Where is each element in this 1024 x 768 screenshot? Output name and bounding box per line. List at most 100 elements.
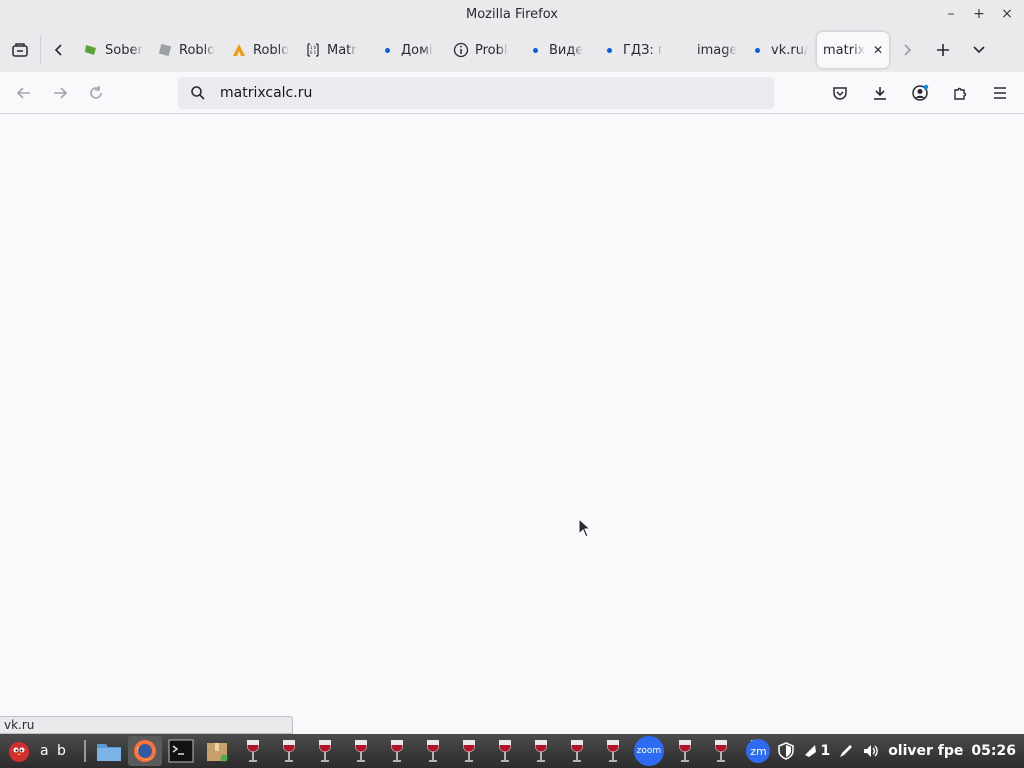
wine-glass-icon <box>282 740 295 762</box>
tabs-scroll-right-button[interactable] <box>889 32 925 68</box>
taskbar-wine-app[interactable] <box>380 736 414 766</box>
dot-icon <box>379 42 395 58</box>
shield-icon[interactable] <box>778 742 795 760</box>
wine-glass-icon <box>246 740 259 762</box>
tab-images[interactable]: images ( <box>669 32 743 68</box>
tab-roblox-1[interactable]: Roblo <box>151 32 225 68</box>
clock[interactable]: 05:26 <box>971 743 1016 759</box>
blank-favicon <box>675 42 691 58</box>
chevron-right-icon <box>904 44 912 56</box>
roblox-icon <box>157 42 173 58</box>
notification-icon <box>805 745 817 757</box>
taskbar-wine-app[interactable] <box>344 736 378 766</box>
back-button[interactable] <box>6 77 42 109</box>
tab-gdz[interactable]: ГДЗ: г <box>595 32 669 68</box>
tab-matrixcalc-active[interactable]: matrix ✕ <box>817 32 889 68</box>
notification-count: 1 <box>820 743 831 759</box>
minimize-button[interactable]: – <box>942 4 960 24</box>
taskbar-firefox[interactable] <box>127 736 162 766</box>
zm-tray-icon[interactable]: zm <box>746 739 771 763</box>
wine-glass-icon <box>318 740 331 762</box>
taskbar-wine-app[interactable] <box>668 736 702 766</box>
tab-label: vk.ru/ <box>771 42 809 58</box>
wine-glass-icon <box>390 740 403 762</box>
taskbar-files[interactable] <box>92 736 126 766</box>
reload-button[interactable] <box>78 77 114 109</box>
taskbar-wine-app[interactable] <box>524 736 558 766</box>
wine-glass-icon <box>462 740 475 762</box>
taskbar-wine-app[interactable] <box>452 736 486 766</box>
firefox-view-button[interactable] <box>0 32 40 68</box>
tab-problem[interactable]: Probl <box>447 32 521 68</box>
pocket-icon <box>833 87 847 100</box>
info-icon <box>453 42 469 58</box>
taskbar-wine-app[interactable] <box>272 736 306 766</box>
taskbar-wine-app[interactable] <box>488 736 522 766</box>
app-menu-button[interactable] <box>982 77 1018 109</box>
wine-glass-icon <box>354 740 367 762</box>
pen-icon[interactable] <box>838 743 854 759</box>
taskbar-zoom[interactable]: zoom <box>632 736 666 766</box>
tab-label: images ( <box>697 42 737 58</box>
tab-video[interactable]: Виде <box>521 32 595 68</box>
taskbar-terminal[interactable] <box>164 736 198 766</box>
taskbar-wine-app[interactable] <box>596 736 630 766</box>
taskbar-wine-app[interactable] <box>236 736 270 766</box>
close-window-button[interactable]: × <box>998 4 1016 24</box>
page-content[interactable] <box>0 114 1024 734</box>
address-bar[interactable]: matrixcalc.ru <box>178 77 774 109</box>
folder-icon <box>96 744 121 761</box>
forward-button[interactable] <box>42 77 78 109</box>
taskbar-wine-app[interactable] <box>704 736 738 766</box>
reload-icon <box>90 85 102 99</box>
extensions-button[interactable] <box>942 77 978 109</box>
taskbar-wine-app[interactable] <box>560 736 594 766</box>
wine-glass-icon <box>606 740 619 762</box>
workspace-switcher[interactable]: a b <box>40 743 68 759</box>
taskbar-wine-app[interactable] <box>416 736 450 766</box>
hamburger-menu-icon <box>994 87 1006 99</box>
notifications-tray[interactable]: 1 <box>802 743 830 759</box>
account-button[interactable] <box>902 77 938 109</box>
link-status-text: vk.ru <box>0 716 293 734</box>
puzzle-icon <box>954 87 967 100</box>
chevron-left-icon <box>54 44 62 56</box>
url-text[interactable]: matrixcalc.ru <box>220 85 312 101</box>
tab-list: Sober Roblo Roblo 1 00 1 Matr Домі Probl… <box>77 28 889 72</box>
download-icon <box>874 87 886 100</box>
maximize-button[interactable]: + <box>970 4 988 24</box>
toolbar-right <box>822 77 1018 109</box>
tabs-scroll-left-button[interactable] <box>41 32 77 68</box>
package-icon <box>206 743 228 762</box>
taskbar-wine-app[interactable] <box>308 736 342 766</box>
new-tab-button[interactable] <box>925 32 961 68</box>
zoom-icon: zoom <box>633 736 664 766</box>
downloads-button[interactable] <box>862 77 898 109</box>
pocket-button[interactable] <box>822 77 858 109</box>
list-all-tabs-button[interactable] <box>961 32 997 68</box>
start-menu-button[interactable] <box>4 736 34 766</box>
tab-dom[interactable]: Домі <box>373 32 447 68</box>
tab-roblox-2[interactable]: Roblo <box>225 32 299 68</box>
system-tray: zm 1 oliver fpe 05:26 <box>746 734 1016 768</box>
tab-vk[interactable]: vk.ru/ <box>743 32 817 68</box>
user-label[interactable]: oliver fpe <box>888 743 963 759</box>
wine-glass-icon <box>498 740 511 762</box>
title-bar: Mozilla Firefox – + × <box>0 0 1024 28</box>
window-title: Mozilla Firefox <box>466 6 558 22</box>
wine-glass-icon <box>426 740 439 762</box>
tab-sober[interactable]: Sober <box>77 32 151 68</box>
tab-label: Probl <box>475 42 508 58</box>
tab-label: Виде <box>549 42 584 58</box>
taskbar-archive[interactable] <box>200 736 234 766</box>
tab-label: Roblo <box>179 42 216 58</box>
close-tab-icon[interactable]: ✕ <box>873 43 883 57</box>
tab-label: Домі <box>401 42 433 58</box>
dot-icon <box>601 42 617 58</box>
svg-text:0 1: 0 1 <box>310 50 317 55</box>
mouse-cursor-icon <box>578 518 592 538</box>
sober-icon <box>83 42 99 58</box>
volume-icon[interactable] <box>862 743 880 759</box>
tab-matrix[interactable]: 1 00 1 Matr <box>299 32 373 68</box>
matrix-icon: 1 00 1 <box>305 42 321 58</box>
